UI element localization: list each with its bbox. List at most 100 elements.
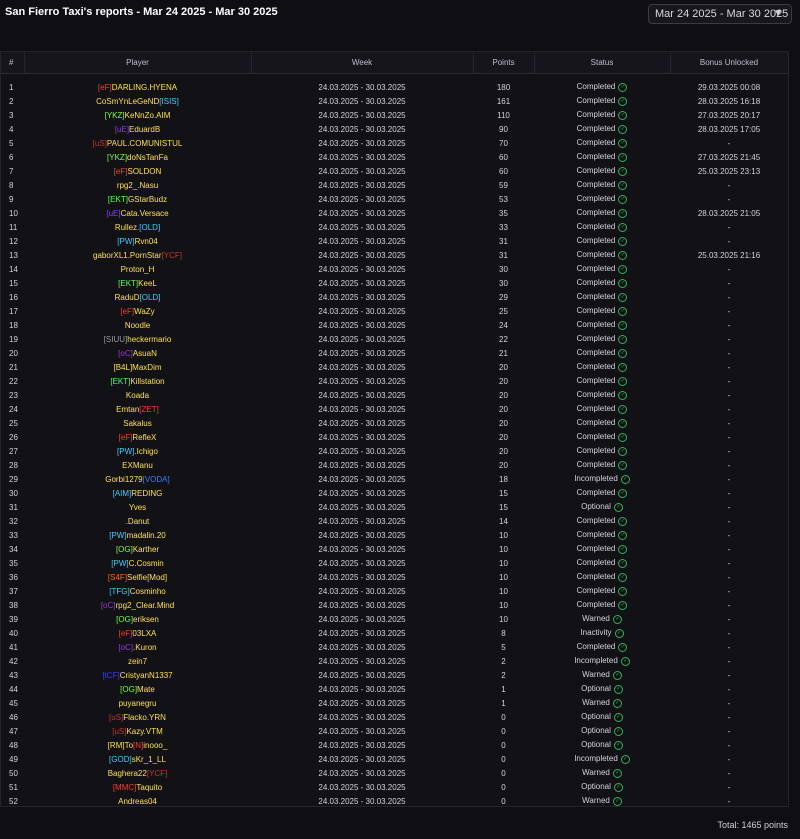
check-circle-icon[interactable]: ✓ [618, 83, 628, 92]
bonus-cell: - [727, 782, 731, 792]
check-circle-icon[interactable]: ✓ [613, 741, 623, 750]
player-name: Cosminho [129, 586, 166, 596]
check-circle-icon[interactable]: ✓ [613, 783, 623, 792]
check-circle-icon[interactable]: ✓ [620, 755, 630, 764]
bonus-cell: - [727, 404, 731, 414]
status-cell: Completed ✓ [534, 248, 670, 262]
player-cell: [eF]SOLDON [24, 164, 251, 178]
check-circle-icon[interactable]: ✓ [618, 139, 628, 148]
check-circle-icon[interactable]: ✓ [618, 195, 628, 204]
check-circle-icon[interactable]: ✓ [618, 279, 628, 288]
check-circle-icon[interactable]: ✓ [618, 237, 628, 246]
rank-cell: 51 [9, 782, 18, 792]
check-circle-icon[interactable]: ✓ [618, 643, 628, 652]
table-row: 23 Koada 24.03.2025 - 30.03.2025 20 Complete… [1, 388, 788, 402]
player-name: Emtan [116, 404, 140, 414]
check-circle-icon[interactable]: ✓ [620, 657, 630, 666]
bonus-cell: - [727, 376, 731, 386]
check-circle-icon[interactable]: ✓ [618, 97, 628, 106]
check-circle-icon[interactable]: ✓ [618, 349, 628, 358]
check-circle-icon[interactable]: ✓ [618, 363, 628, 372]
check-circle-icon[interactable]: ✓ [618, 573, 628, 582]
clan-tag: [OLD] [139, 222, 161, 232]
check-circle-icon[interactable]: ✓ [618, 265, 628, 274]
check-circle-icon[interactable]: ✓ [618, 377, 628, 386]
rank-cell: 44 [9, 684, 18, 694]
check-circle-icon[interactable]: ✓ [618, 405, 628, 414]
check-circle-icon[interactable]: ✓ [620, 475, 630, 484]
check-circle-icon[interactable]: ✓ [618, 307, 628, 316]
check-circle-icon[interactable]: ✓ [613, 713, 623, 722]
check-circle-icon[interactable]: ✓ [618, 559, 628, 568]
bonus-cell: - [727, 488, 731, 498]
check-circle-icon[interactable]: ✓ [618, 293, 628, 302]
check-circle-icon[interactable]: ✓ [618, 167, 628, 176]
bonus-cell: 25.03.2025 21:16 [697, 250, 761, 260]
check-circle-icon[interactable]: ✓ [612, 615, 622, 624]
check-circle-icon[interactable]: ✓ [612, 699, 622, 708]
points-cell: 24 [499, 320, 508, 330]
player-name: rpg2_Clear.Mind [115, 600, 175, 610]
check-circle-icon[interactable]: ✓ [614, 629, 624, 638]
player-cell: .Danut [24, 514, 251, 528]
status-label: Completed [576, 572, 616, 581]
check-circle-icon[interactable]: ✓ [618, 321, 628, 330]
check-circle-icon[interactable]: ✓ [618, 545, 628, 554]
check-circle-icon[interactable]: ✓ [612, 769, 622, 778]
column-header-player[interactable]: Player [24, 51, 252, 74]
check-circle-icon[interactable]: ✓ [612, 671, 622, 680]
bonus-cell: - [727, 446, 731, 456]
check-circle-icon[interactable]: ✓ [618, 209, 628, 218]
check-circle-icon[interactable]: ✓ [618, 223, 628, 232]
status-cell: Inactivity ✓ [534, 626, 670, 640]
check-circle-icon[interactable]: ✓ [612, 797, 622, 806]
column-header-status[interactable]: Status [534, 51, 671, 74]
status-label: Optional [581, 740, 611, 749]
status-label: Completed [576, 600, 616, 609]
table-row: 47 [uS]Kazy.VTM 24.03.2025 - 30.03.2025 0 Op… [1, 724, 788, 738]
check-circle-icon[interactable]: ✓ [618, 587, 628, 596]
check-circle-icon[interactable]: ✓ [618, 181, 628, 190]
check-circle-icon[interactable]: ✓ [618, 419, 628, 428]
check-circle-icon[interactable]: ✓ [613, 727, 623, 736]
bonus-cell: - [727, 544, 731, 554]
player-name: puyanegru [118, 698, 157, 708]
points-cell: 10 [499, 586, 508, 596]
rank-cell: 49 [9, 754, 18, 764]
bonus-cell: - [727, 502, 731, 512]
check-circle-icon[interactable]: ✓ [613, 503, 623, 512]
chevron-down-icon[interactable]: ▼ [773, 8, 783, 19]
player-name: EXManu [122, 460, 153, 470]
column-header-bonus[interactable]: Bonus Unlocked [670, 51, 789, 74]
check-circle-icon[interactable]: ✓ [618, 153, 628, 162]
player-name: PAUL.COMUNISTUL [106, 138, 183, 148]
check-circle-icon[interactable]: ✓ [618, 447, 628, 456]
points-cell: 0 [501, 740, 506, 750]
check-circle-icon[interactable]: ✓ [618, 461, 628, 470]
table-row: 7 [eF]SOLDON 24.03.2025 - 30.03.2025 60 Comp… [1, 164, 788, 178]
check-circle-icon[interactable]: ✓ [618, 433, 628, 442]
status-cell: Completed ✓ [534, 416, 670, 430]
player-cell: [eF]03LXA [24, 626, 251, 640]
check-circle-icon[interactable]: ✓ [613, 685, 623, 694]
player-cell: [SIUU]heckermario [24, 332, 251, 346]
check-circle-icon[interactable]: ✓ [618, 125, 628, 134]
week-select-dropdown[interactable]: Mar 24 2025 - Mar 30 2025 ▼ [648, 4, 792, 24]
player-cell: zein7 [24, 654, 251, 668]
check-circle-icon[interactable]: ✓ [618, 251, 628, 260]
column-header-week[interactable]: Week [251, 51, 474, 74]
column-header-points[interactable]: Points [473, 51, 535, 74]
status-cell: Completed ✓ [534, 150, 670, 164]
clan-tag: [S4F] [107, 572, 128, 582]
check-circle-icon[interactable]: ✓ [618, 335, 628, 344]
check-circle-icon[interactable]: ✓ [618, 517, 628, 526]
column-header-rank[interactable]: # [1, 51, 25, 74]
check-circle-icon[interactable]: ✓ [618, 531, 628, 540]
player-cell: [eF]RefleX [24, 430, 251, 444]
check-circle-icon[interactable]: ✓ [618, 391, 628, 400]
player-cell: [uS]Flacko.YRN [24, 710, 251, 724]
check-circle-icon[interactable]: ✓ [618, 601, 628, 610]
check-circle-icon[interactable]: ✓ [618, 111, 628, 120]
player-name: Karther [132, 544, 160, 554]
check-circle-icon[interactable]: ✓ [618, 489, 628, 498]
